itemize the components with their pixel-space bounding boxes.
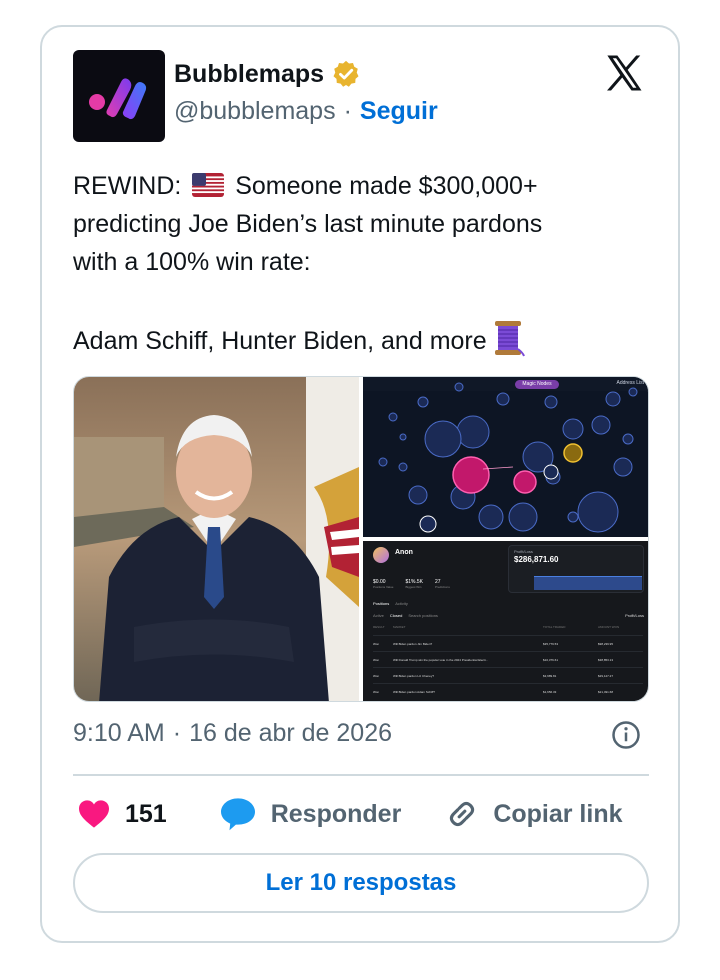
stat-positions: $0.00 Positions Value <box>373 579 394 589</box>
tab-positions[interactable]: Positions <box>373 601 389 606</box>
handle-row: @bubblemaps · Seguir <box>174 91 438 131</box>
author-name[interactable]: Bubblemaps <box>174 60 324 89</box>
tab-activity[interactable]: Activity <box>395 601 408 606</box>
bubblemap-screenshot[interactable]: Magic Nodes Address List <box>363 377 648 537</box>
name-row: Bubblemaps <box>174 57 438 91</box>
handle-separator: · <box>343 96 352 125</box>
link-icon <box>450 801 475 827</box>
follow-button[interactable]: Seguir <box>360 97 438 126</box>
positions-table-header: RESULT MARKET TOTAL TRADED AMOUNT WON <box>373 625 620 629</box>
read-replies-button[interactable]: Ler 10 respostas <box>73 853 649 913</box>
tweet-card: Bubblemaps @bubblemaps · Seguir REWIND: … <box>40 25 680 943</box>
media-grid: Magic Nodes Address List Anon Profit/Los… <box>73 376 649 702</box>
table-row[interactable]: Won Will Donald Trump win the popular vo… <box>373 651 643 667</box>
subtab-active[interactable]: Active <box>373 613 384 618</box>
thread-spool-icon <box>494 321 525 357</box>
reply-label: Responder <box>270 799 402 828</box>
table-row[interactable]: Won Will Biden pardon Liz Cheney? $3,989… <box>373 667 643 683</box>
stat-predictions: 27 Predictions <box>434 579 450 589</box>
tweet-line4: Adam Schiff, Hunter Biden, and more <box>73 327 487 355</box>
tweet-timestamp[interactable]: 9:10 AM · 16 de abr de 2026 <box>73 719 392 748</box>
profile-name: Anon <box>395 549 413 556</box>
tweet-line3: with a 100% win rate: <box>73 248 311 276</box>
table-row[interactable]: Won Will Biden pardon Jim Biden? $35,779… <box>373 635 643 651</box>
pl-chart <box>534 576 642 590</box>
actions-bar: 151 Responder Copiar link <box>73 792 649 836</box>
like-button[interactable]: 151 <box>77 799 167 829</box>
profile-avatar <box>373 547 389 563</box>
timestamp-date: 16 de abr de 2026 <box>189 719 393 747</box>
positions-table: Won Will Biden pardon Jim Biden? $35,779… <box>373 635 643 699</box>
bubblemaps-logo <box>89 78 147 120</box>
info-icon[interactable] <box>611 720 641 750</box>
stat-biggest-win: $1%.5K Biggest Win <box>405 579 423 589</box>
reply-button[interactable]: Responder <box>219 797 402 831</box>
tweet-line1-rest: Someone made $300,000+ <box>228 172 538 200</box>
subtab-closed[interactable]: Closed <box>390 613 402 618</box>
portrait-photo[interactable] <box>74 377 359 701</box>
profile-subtabs: Active Closed Search positions <box>373 613 438 618</box>
copy-link-label: Copiar link <box>493 799 623 828</box>
divider <box>73 774 649 776</box>
copy-link-button[interactable]: Copiar link <box>445 797 623 831</box>
portrait-image <box>74 377 359 701</box>
profile-stats: $0.00 Positions Value $1%.5K Biggest Win 2… <box>373 579 450 589</box>
heart-icon <box>79 800 109 828</box>
author-block: Bubblemaps @bubblemaps · Seguir <box>174 57 438 131</box>
timestamp-separator: · <box>172 719 182 747</box>
search-positions[interactable]: Search positions <box>408 613 438 618</box>
bubblemaps-avatar[interactable] <box>73 50 165 142</box>
tweet-line2: predicting Joe Biden’s last minute pardo… <box>73 210 543 238</box>
x-logo-icon[interactable] <box>603 52 645 94</box>
reply-bubble-icon <box>220 798 255 831</box>
tweet-line1-prefix: REWIND: <box>73 172 189 200</box>
us-flag-icon <box>192 173 225 197</box>
sort-dropdown[interactable]: Profit/Loss <box>625 613 644 618</box>
profile-screenshot[interactable]: Anon Profit/Loss $286,871.60 $0.00 Positi… <box>363 541 648 701</box>
verified-badge-icon <box>333 60 359 87</box>
profile-loss-panel: Profit/Loss $286,871.60 <box>508 545 644 593</box>
pl-label: Profit/Loss <box>514 549 533 554</box>
tweet-text: REWIND: Someone made $300,000+ predictin… <box>73 167 653 360</box>
like-count: 151 <box>125 799 167 828</box>
bubble-cluster-graphic <box>378 382 638 533</box>
pl-value: $286,871.60 <box>514 555 559 564</box>
table-row[interactable]: Won Will Biden pardon Adam Schiff? $1,65… <box>373 683 643 699</box>
author-handle[interactable]: @bubblemaps <box>174 97 336 126</box>
timestamp-time: 9:10 AM <box>73 719 165 747</box>
profile-tabs: Positions Activity <box>373 601 408 606</box>
